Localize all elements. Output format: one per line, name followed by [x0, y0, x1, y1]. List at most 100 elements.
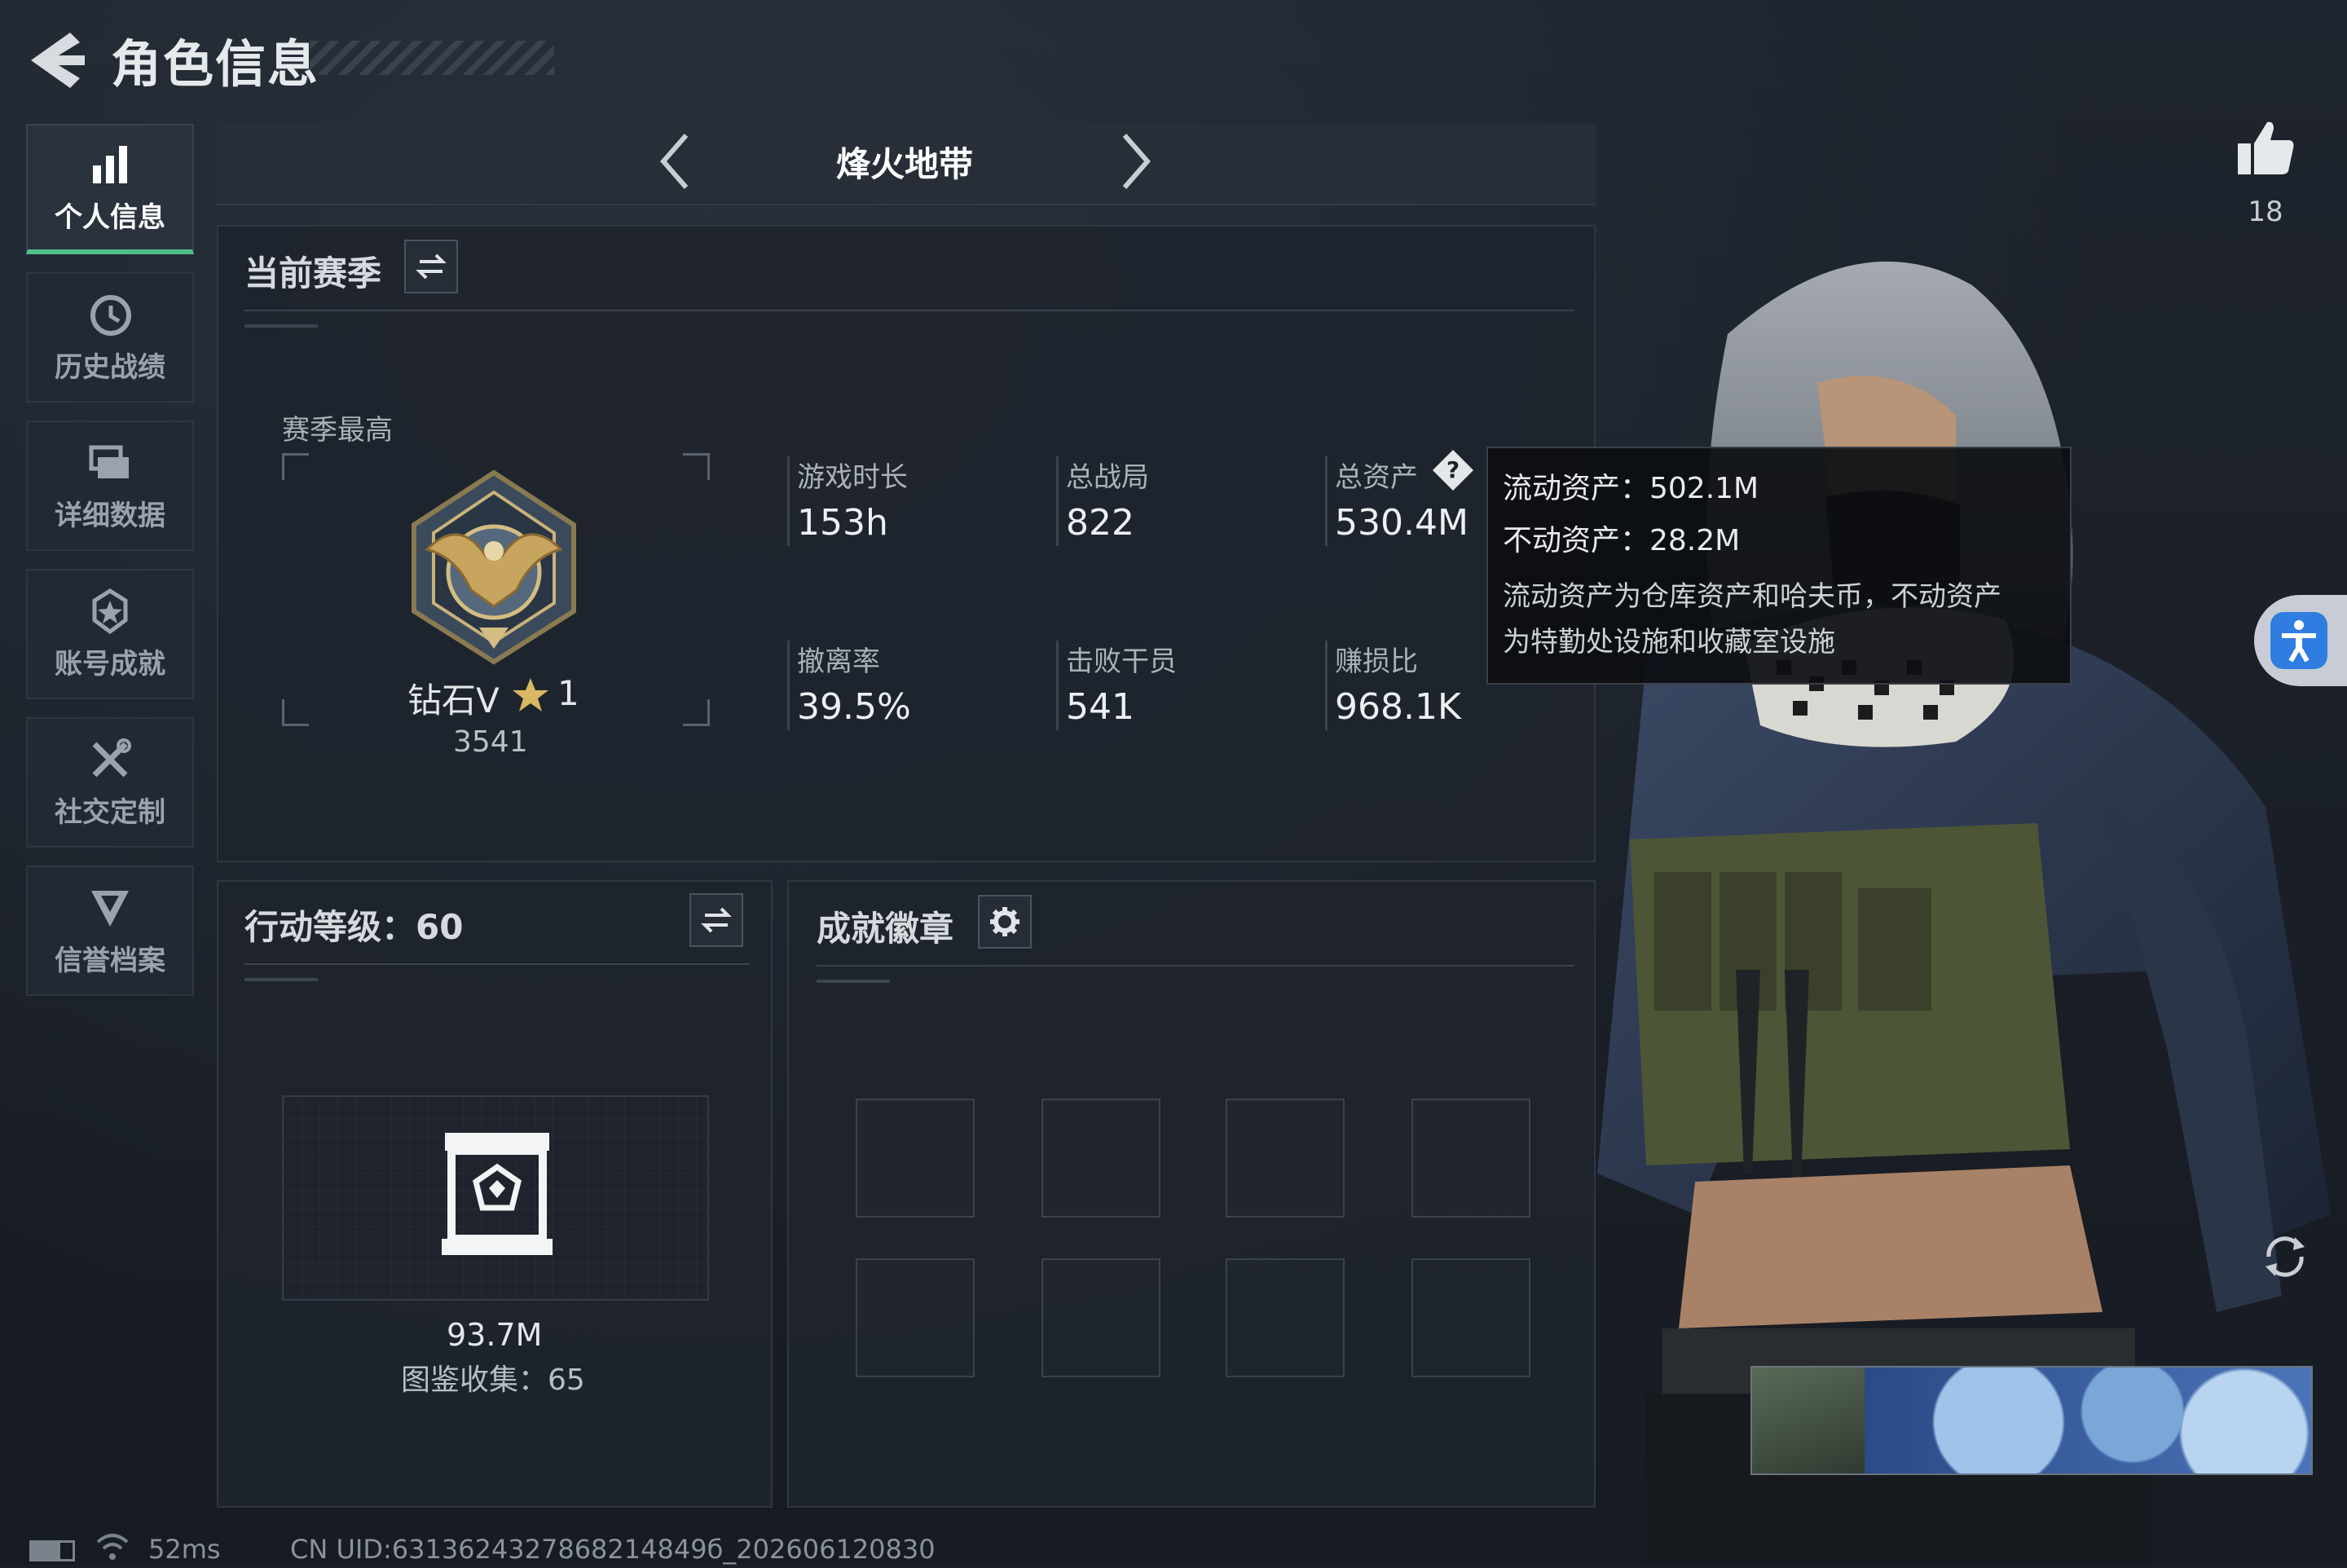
- help-icon[interactable]: ?: [1431, 448, 1475, 492]
- achievements-settings-button[interactable]: [978, 895, 1032, 949]
- accessibility-button[interactable]: [2254, 595, 2347, 686]
- stat-value: 153h: [797, 502, 888, 544]
- rank-name: 钻石V: [407, 680, 500, 720]
- chevron-left-icon: [660, 134, 689, 189]
- decoration-line: [244, 978, 318, 981]
- title-decoration: [310, 41, 554, 75]
- season-divider: [244, 310, 1574, 311]
- banner-portrait: [1752, 1368, 1865, 1473]
- sidebar-item-history[interactable]: 历史战绩: [26, 272, 194, 403]
- action-level-switch-button[interactable]: [689, 893, 743, 947]
- stat-divider: [1325, 641, 1328, 730]
- tooltip-desc-line2: 为特勤处设施和收藏室设施: [1503, 626, 1835, 658]
- stat-label: 游戏时长: [797, 461, 908, 494]
- stat-label: 撤离率: [797, 645, 880, 678]
- stat-label: 总战局: [1066, 461, 1149, 494]
- stat-label: 总资产: [1335, 461, 1418, 494]
- history-clock-icon: [90, 294, 131, 336]
- stat-divider: [1325, 456, 1328, 546]
- swap-arrows-icon: [701, 907, 732, 933]
- stat-divider: [787, 456, 790, 546]
- sidebar-item-label: 历史战绩: [55, 350, 165, 384]
- mode-title: 烽火地带: [835, 144, 973, 184]
- collection-count: 图鉴收集：65: [401, 1363, 585, 1397]
- stat-divider: [1056, 641, 1059, 730]
- season-title: 当前赛季: [244, 253, 382, 293]
- action-level-title: 行动等级：60: [244, 907, 464, 947]
- chevron-right-icon: [1122, 134, 1151, 189]
- star-icon: [512, 676, 549, 714]
- stat-value: 530.4M: [1335, 502, 1469, 544]
- thumbs-up-icon: [2238, 121, 2294, 174]
- prev-mode-button[interactable]: [652, 130, 701, 192]
- sidebar-item-label: 详细数据: [55, 499, 165, 532]
- stat-divider: [787, 641, 790, 730]
- decoration-line: [244, 324, 318, 328]
- sidebar-item-credit[interactable]: 信誉档案: [26, 865, 194, 996]
- sidebar-item-social[interactable]: 社交定制: [26, 717, 194, 848]
- collection-display[interactable]: [282, 1095, 709, 1301]
- stat-value: 541: [1066, 686, 1134, 728]
- stat-divider: [1056, 456, 1059, 546]
- accessibility-icon: [2270, 612, 2327, 669]
- season-switch-button[interactable]: [404, 240, 458, 293]
- badge-slot[interactable]: [1411, 1099, 1530, 1218]
- stat-label: 赚损比: [1335, 645, 1418, 678]
- swap-arrows-icon: [416, 253, 447, 280]
- frame-corner: [282, 453, 309, 480]
- sidebar-item-label: 社交定制: [55, 795, 165, 829]
- sidebar-item-profile[interactable]: 个人信息: [26, 124, 194, 254]
- sidebar-item-label: 账号成就: [55, 647, 165, 680]
- badge-slot[interactable]: [1226, 1099, 1345, 1218]
- achievements-divider: [817, 965, 1574, 967]
- badge-slot[interactable]: [1041, 1099, 1160, 1218]
- ping-text: 52ms: [148, 1534, 221, 1565]
- back-arrow-icon: [31, 33, 85, 88]
- banner-flowers: [1865, 1368, 2311, 1473]
- frame-corner: [683, 453, 710, 480]
- rank-score: 3541: [453, 725, 528, 759]
- rank-stars: 1: [557, 673, 579, 713]
- tooltip-desc-line1: 流动资产为仓库资产和哈夫币，不动资产: [1503, 580, 2001, 613]
- sidebar-item-label: 个人信息: [55, 200, 165, 234]
- badge-slot[interactable]: [856, 1258, 975, 1377]
- rank-emblem-icon: [394, 468, 593, 667]
- badge-slot[interactable]: [856, 1099, 975, 1218]
- collection-value: 93.7M: [447, 1317, 543, 1353]
- stat-value: 39.5%: [797, 686, 911, 728]
- frame-corner: [282, 699, 309, 726]
- stat-value: 822: [1066, 502, 1134, 544]
- next-mode-button[interactable]: [1110, 130, 1159, 192]
- achievement-star-icon: [92, 588, 128, 634]
- stat-value: 968.1K: [1335, 686, 1461, 728]
- sidebar-item-details[interactable]: 详细数据: [26, 421, 194, 551]
- shield-badge-icon: [91, 890, 129, 927]
- stacked-cards-icon: [89, 445, 129, 478]
- tooltip-fixed-assets: 不动资产：28.2M: [1503, 524, 1741, 557]
- badge-slot[interactable]: [1411, 1258, 1530, 1377]
- frame-corner: [683, 699, 710, 726]
- bar-chart-icon: [93, 145, 127, 183]
- like-count: 18: [2248, 196, 2283, 228]
- tooltip-liquid-assets: 流动资产：502.1M: [1503, 472, 1759, 505]
- display-case-icon: [442, 1133, 553, 1255]
- name-card-banner[interactable]: [1750, 1366, 2313, 1475]
- back-button[interactable]: [28, 29, 85, 91]
- badge-slot[interactable]: [1041, 1258, 1160, 1377]
- wifi-icon: [96, 1532, 129, 1561]
- sidebar-item-achievements[interactable]: 账号成就: [26, 569, 194, 699]
- achievements-title: 成就徽章: [817, 909, 954, 949]
- action-level-divider: [244, 963, 750, 965]
- like-button[interactable]: [2235, 117, 2296, 179]
- rotate-model-button[interactable]: [2257, 1229, 2313, 1284]
- gear-icon: [990, 907, 1019, 936]
- stat-label: 击败干员: [1066, 645, 1177, 678]
- decoration-line: [817, 980, 890, 983]
- rotate-icon: [2266, 1236, 2305, 1277]
- badge-slot[interactable]: [1226, 1258, 1345, 1377]
- uid-text: CN UID:6313624327868214849б_202606120830: [290, 1534, 936, 1565]
- sidebar-item-label: 信誉档案: [55, 944, 165, 977]
- season-best-label: 赛季最高: [282, 414, 393, 447]
- tools-icon: [92, 738, 131, 777]
- svg-text:?: ?: [1447, 456, 1460, 483]
